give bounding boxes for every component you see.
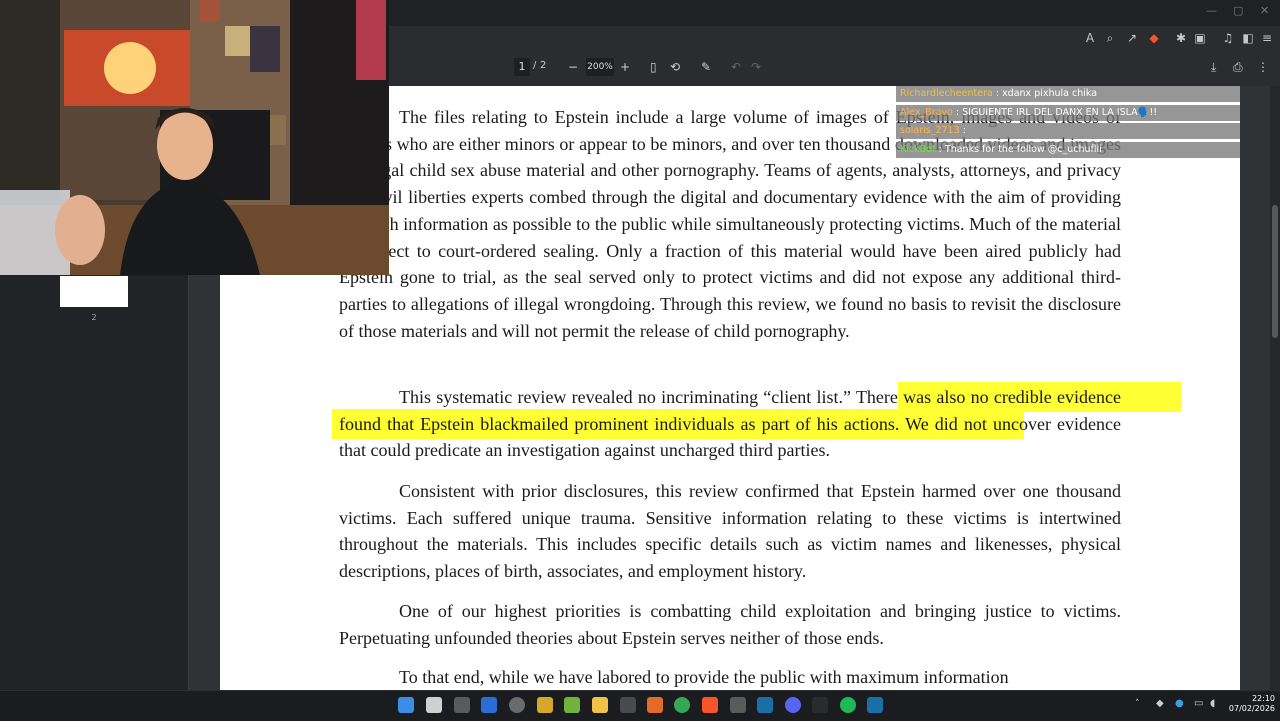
paragraph: One of our highest priorities is combatt… — [339, 601, 1121, 648]
zoom-out-button[interactable]: − — [568, 60, 578, 74]
minimize-icon[interactable]: — — [1206, 4, 1217, 17]
app-icon[interactable] — [481, 697, 497, 713]
steam-icon[interactable] — [867, 697, 883, 713]
tray-chevron-icon[interactable]: ˄ — [1135, 699, 1140, 709]
zoom-in-button[interactable]: + — [620, 60, 630, 74]
page-thumbnail[interactable] — [60, 276, 128, 307]
chat-username: Alex_Bravo — [900, 107, 953, 118]
app-icon[interactable] — [537, 697, 553, 713]
share-icon[interactable]: ↗ — [1124, 30, 1140, 46]
tray-icon[interactable]: ● — [1175, 698, 1184, 709]
windows-taskbar — [0, 690, 1280, 721]
brave-icon[interactable] — [702, 697, 718, 713]
windows-start-icon[interactable] — [398, 697, 414, 713]
chat-message: Richardlecheentera : xdanx pixhula chika — [896, 86, 1240, 102]
terminal-icon[interactable] — [454, 697, 470, 713]
clock-time: 22:10 — [1251, 694, 1275, 703]
zoom-level-input[interactable]: 200% — [586, 58, 614, 76]
media-icon[interactable]: ♫ — [1220, 30, 1236, 46]
redo-icon[interactable]: ↷ — [751, 60, 761, 74]
paragraph: Consistent with prior disclosures, this … — [339, 481, 1121, 582]
scrollbar-track[interactable] — [1270, 86, 1280, 690]
more-options-icon[interactable]: ⋮ — [1257, 60, 1269, 74]
app-icon[interactable] — [812, 697, 828, 713]
chat-message: Alex_Bravo : SIGUIENTE IRL DEL DANX EN L… — [896, 105, 1240, 121]
chat-username: solaris_2713 — [900, 125, 960, 136]
chat-text: xdanx pixhula chika — [1002, 88, 1098, 99]
chat-message: solaris_2713 : — [896, 123, 1240, 139]
nvidia-icon[interactable] — [564, 697, 580, 713]
webcam-overlay — [0, 0, 389, 275]
chat-text: SIGUIENTE IRL DEL DANX EN LA ISLA🗣️!! — [962, 107, 1158, 118]
spotify-icon[interactable] — [840, 697, 856, 713]
page-separator: / — [533, 60, 537, 71]
screenshot-icon[interactable]: ▣ — [1192, 30, 1208, 46]
download-icon[interactable]: ⤓ — [1211, 60, 1216, 75]
page-number-input[interactable]: 1 — [514, 58, 530, 76]
scrollbar-thumb[interactable] — [1272, 205, 1278, 338]
chat-message: KickBot : Thanks for the follow @c_uchuf… — [896, 142, 1240, 158]
clock-date: 07/02/2026 — [1228, 704, 1275, 713]
app-icon[interactable] — [647, 697, 663, 713]
print-icon[interactable]: ⎙ — [1233, 60, 1243, 75]
search-icon[interactable] — [426, 697, 442, 713]
chrome-icon[interactable] — [674, 697, 690, 713]
taskbar-clock[interactable]: 22:10 07/02/2026 — [1225, 694, 1275, 714]
app-icon[interactable] — [730, 697, 746, 713]
maximize-icon[interactable]: ▢ — [1233, 4, 1243, 17]
fit-page-icon[interactable]: ▯ — [650, 60, 657, 74]
stream-chat-overlay: Richardlecheentera : xdanx pixhula chika… — [896, 86, 1240, 158]
menu-icon[interactable]: ≡ — [1259, 30, 1275, 46]
webcam-image — [0, 0, 389, 275]
thumbnail-page-number: 2 — [91, 313, 97, 322]
translate-icon[interactable]: A — [1082, 30, 1098, 46]
discord-icon[interactable] — [785, 697, 801, 713]
paragraph-highlighted: This systematic review revealed no incri… — [339, 387, 1121, 461]
chat-text: Thanks for the follow @c_uchuflii — [944, 144, 1102, 155]
steam-icon[interactable] — [757, 697, 773, 713]
app-icon[interactable] — [620, 697, 636, 713]
close-window-icon[interactable]: ✕ — [1260, 4, 1269, 17]
zoom-icon[interactable]: ⌕ — [1102, 30, 1118, 46]
chat-username: Richardlecheentera — [900, 88, 993, 99]
tray-icon[interactable]: ◆ — [1156, 698, 1164, 709]
volume-icon[interactable]: ◖ — [1210, 698, 1215, 709]
chat-username: KickBot — [900, 144, 936, 155]
total-pages: 2 — [540, 60, 547, 71]
settings-icon[interactable] — [509, 697, 525, 713]
sidebar-toggle-icon[interactable]: ◧ — [1240, 30, 1256, 46]
brave-shield-icon[interactable]: ◆ — [1146, 30, 1162, 46]
network-icon[interactable]: ▭ — [1194, 698, 1203, 709]
file-explorer-icon[interactable] — [592, 697, 608, 713]
extensions-icon[interactable]: ✱ — [1173, 30, 1189, 46]
annotate-icon[interactable]: ✎ — [701, 60, 711, 74]
rotate-icon[interactable]: ⟲ — [670, 60, 680, 74]
paragraph: To that end, while we have labored to pr… — [399, 667, 1009, 687]
undo-icon[interactable]: ↶ — [731, 60, 741, 74]
